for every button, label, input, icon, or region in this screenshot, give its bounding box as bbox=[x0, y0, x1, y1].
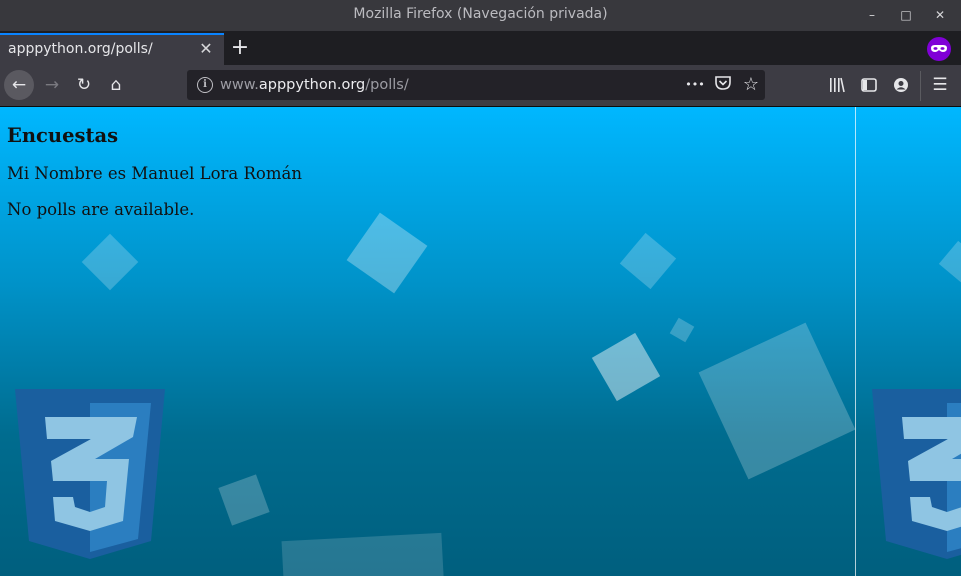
tab-label: apppython.org/polls/ bbox=[8, 41, 153, 57]
page-heading: Encuestas bbox=[7, 124, 119, 147]
url-text[interactable]: www.apppython.org/polls/ bbox=[220, 77, 409, 93]
no-polls-message: No polls are available. bbox=[7, 200, 195, 219]
decorative-square bbox=[346, 212, 428, 294]
address-bar[interactable]: i www.apppython.org/polls/ ••• ☆ bbox=[187, 70, 765, 100]
decorative-square bbox=[619, 232, 677, 290]
tab-strip: apppython.org/polls/ ✕ + bbox=[0, 31, 961, 65]
url-host: apppython.org bbox=[258, 77, 366, 93]
forward-arrow-icon[interactable]: → bbox=[38, 71, 66, 99]
url-prefix: www. bbox=[220, 77, 259, 93]
background-seam bbox=[855, 107, 856, 576]
back-arrow-icon[interactable]: ← bbox=[4, 70, 34, 100]
tab-polls[interactable]: apppython.org/polls/ ✕ bbox=[0, 33, 224, 65]
window-title: Mozilla Firefox (Navegación privada) bbox=[353, 6, 608, 22]
page-actions-more-icon[interactable]: ••• bbox=[684, 74, 706, 96]
url-path: /polls/ bbox=[365, 77, 409, 93]
hamburger-menu-icon[interactable]: ☰ bbox=[926, 71, 954, 99]
css3-logo bbox=[15, 389, 165, 559]
page-content: Encuestas Mi Nombre es Manuel Lora Román… bbox=[0, 107, 961, 576]
decorative-square bbox=[591, 332, 661, 402]
reload-icon[interactable]: ↻ bbox=[70, 71, 98, 99]
bookmark-star-icon[interactable]: ☆ bbox=[740, 74, 762, 96]
toolbar-separator bbox=[920, 71, 921, 101]
home-icon[interactable]: ⌂ bbox=[102, 71, 130, 99]
window-close-button[interactable]: ✕ bbox=[930, 5, 950, 25]
private-browsing-mask-icon bbox=[927, 37, 951, 61]
pocket-icon[interactable] bbox=[712, 74, 734, 96]
tab-active-indicator bbox=[0, 33, 224, 35]
decorative-rectangle bbox=[281, 532, 445, 576]
css3-logo bbox=[872, 389, 961, 559]
minimize-button[interactable]: – bbox=[862, 5, 882, 25]
tab-close-icon[interactable]: ✕ bbox=[196, 39, 216, 59]
navigation-toolbar: ← → ↻ ⌂ i www.apppython.org/polls/ ••• ☆… bbox=[0, 65, 961, 107]
author-text: Mi Nombre es Manuel Lora Román bbox=[7, 164, 302, 183]
sidebar-icon[interactable] bbox=[855, 71, 883, 99]
site-info-icon[interactable]: i bbox=[197, 77, 213, 93]
decorative-square bbox=[938, 240, 961, 284]
decorative-square bbox=[698, 322, 856, 480]
library-icon[interactable] bbox=[823, 71, 851, 99]
decorative-square bbox=[218, 474, 270, 526]
window-titlebar: Mozilla Firefox (Navegación privada) – □… bbox=[0, 0, 961, 31]
decorative-square bbox=[669, 317, 695, 343]
maximize-button[interactable]: □ bbox=[896, 5, 916, 25]
account-icon[interactable] bbox=[887, 71, 915, 99]
new-tab-button[interactable]: + bbox=[229, 37, 251, 59]
decorative-square bbox=[81, 233, 139, 291]
